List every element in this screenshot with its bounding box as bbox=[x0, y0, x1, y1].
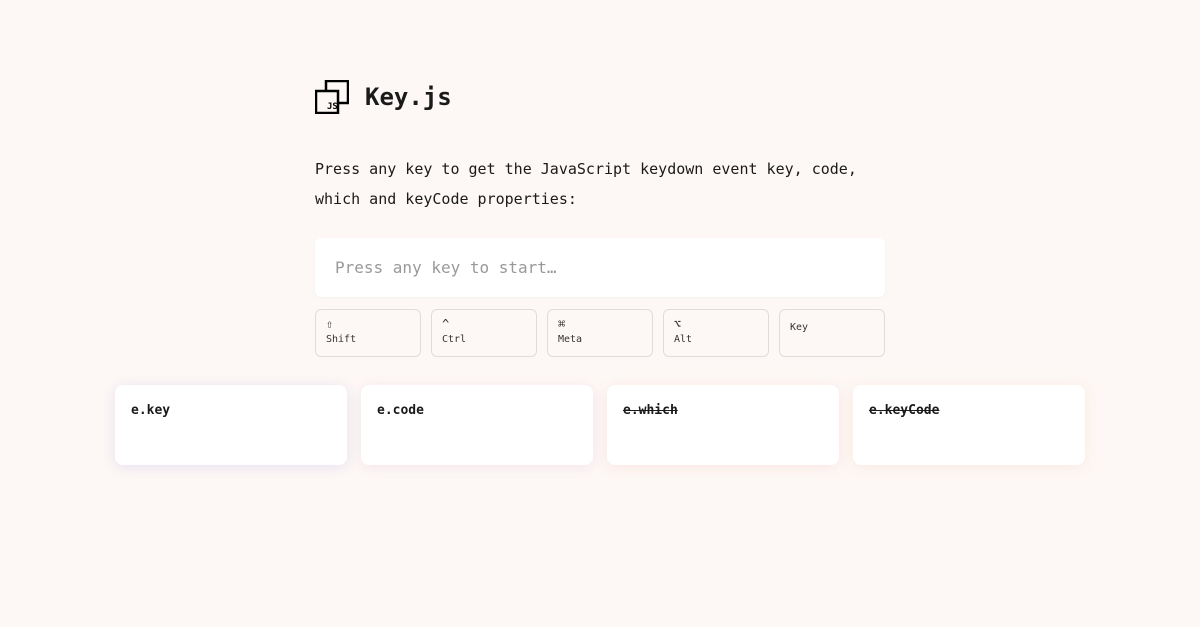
card-label: e.keyCode bbox=[869, 403, 939, 418]
modifier-key-alt[interactable]: ⌥ Alt bbox=[663, 309, 769, 357]
keyjs-logo-icon: JS bbox=[315, 80, 349, 114]
modifier-label: Meta bbox=[558, 334, 642, 345]
modifier-label: Ctrl bbox=[442, 334, 526, 345]
keypress-input[interactable] bbox=[335, 258, 865, 277]
description-text: Press any key to get the JavaScript keyd… bbox=[315, 154, 885, 214]
card-label: e.code bbox=[377, 403, 424, 418]
modifier-key-meta[interactable]: ⌘ Meta bbox=[547, 309, 653, 357]
modifier-label: Alt bbox=[674, 334, 758, 345]
modifier-label: Shift bbox=[326, 334, 410, 345]
svg-text:JS: JS bbox=[327, 102, 338, 112]
ctrl-icon: ^ bbox=[442, 318, 526, 330]
shift-icon: ⇧ bbox=[326, 318, 410, 330]
keypress-input-container bbox=[315, 238, 885, 297]
card-label: e.key bbox=[131, 403, 170, 418]
card-e-keycode: e.keyCode bbox=[853, 385, 1085, 465]
modifier-keys-row: ⇧ Shift ^ Ctrl ⌘ Meta ⌥ Alt Key bbox=[315, 309, 885, 357]
card-e-code: e.code bbox=[361, 385, 593, 465]
page-title: Key.js bbox=[365, 83, 452, 111]
property-cards-row: e.key e.code e.which e.keyCode bbox=[0, 385, 1200, 465]
card-e-which: e.which bbox=[607, 385, 839, 465]
header: JS Key.js bbox=[315, 80, 885, 114]
modifier-key-ctrl[interactable]: ^ Ctrl bbox=[431, 309, 537, 357]
card-e-key: e.key bbox=[115, 385, 347, 465]
alt-icon: ⌥ bbox=[674, 318, 758, 330]
card-label: e.which bbox=[623, 403, 678, 418]
modifier-key-shift[interactable]: ⇧ Shift bbox=[315, 309, 421, 357]
meta-icon: ⌘ bbox=[558, 318, 642, 330]
modifier-label: Key bbox=[790, 322, 874, 333]
modifier-key-key[interactable]: Key bbox=[779, 309, 885, 357]
